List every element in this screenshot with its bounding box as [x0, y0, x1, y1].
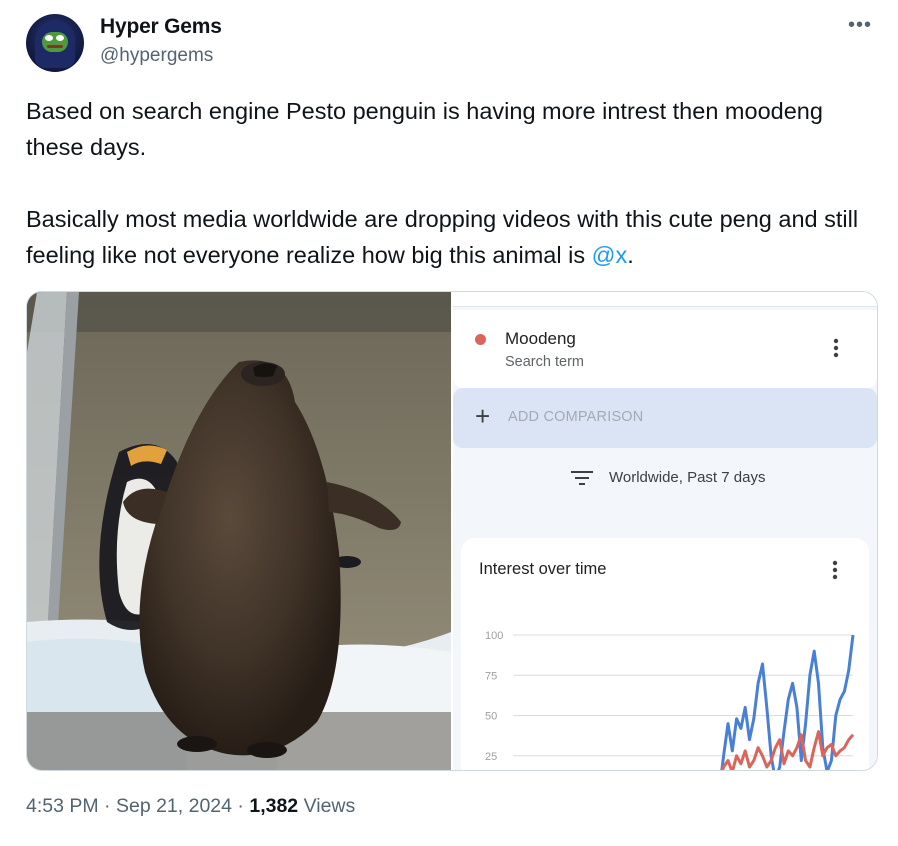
interest-over-time-card: Interest over time 100 75 50 25: [461, 538, 869, 770]
avatar-mouth: [47, 45, 63, 48]
views-count: 1,382: [249, 795, 299, 817]
interest-chart: 100 75 50 25: [485, 630, 855, 770]
tweet-text: Based on search engine Pesto penguin is …: [26, 93, 876, 273]
search-term-subtitle: Search term: [505, 354, 584, 370]
mention-link[interactable]: @x: [592, 242, 628, 268]
series-line-1: [721, 730, 855, 770]
search-term-card[interactable]: Moodeng Search term: [453, 310, 877, 388]
add-comparison-label: ADD COMPARISON: [508, 409, 644, 425]
search-term-name: Moodeng: [505, 329, 576, 348]
penguin-photo[interactable]: [27, 292, 451, 770]
moodeng-color-dot: [475, 334, 486, 345]
y-tick-label: 75: [485, 670, 497, 682]
filter-row[interactable]: Worldwide, Past 7 days: [453, 462, 877, 492]
y-tick-label: 25: [485, 751, 497, 763]
kebab-menu-icon[interactable]: [833, 338, 839, 358]
google-trends-panel[interactable]: Moodeng Search term + ADD COMPARISON Wor…: [453, 292, 877, 770]
trends-top-strip: [453, 292, 877, 307]
author-handle[interactable]: @hypergems: [100, 45, 213, 67]
y-tick-label: 100: [485, 630, 503, 642]
tweet-date[interactable]: Sep 21, 2024: [116, 795, 232, 817]
add-comparison-button[interactable]: + ADD COMPARISON: [453, 388, 877, 448]
tweet-paragraph-1: Based on search engine Pesto penguin is …: [26, 98, 823, 160]
avatar-eye-right: [56, 35, 64, 41]
tweet-paragraph-2-text: Basically most media worldwide are dropp…: [26, 206, 859, 268]
author-name[interactable]: Hyper Gems: [100, 15, 222, 39]
filter-label: Worldwide, Past 7 days: [609, 469, 766, 486]
avatar[interactable]: [26, 14, 84, 72]
avatar-eye-left: [45, 35, 53, 41]
views-label: Views: [303, 795, 356, 817]
more-horizontal-icon[interactable]: •••: [848, 14, 872, 37]
tweet-meta: 4:53 PM · Sep 21, 2024 · 1,382 Views: [26, 795, 356, 817]
plus-icon: +: [475, 401, 491, 431]
penguin-photo-illustration: [27, 292, 451, 770]
tweet-media[interactable]: Moodeng Search term + ADD COMPARISON Wor…: [26, 291, 878, 771]
tweet-paragraph-2: Basically most media worldwide are dropp…: [26, 201, 876, 273]
filter-icon: [571, 471, 593, 485]
tweet-paragraph-2-end: .: [627, 242, 634, 268]
tweet-time[interactable]: 4:53 PM: [26, 795, 99, 817]
y-tick-label: 50: [485, 711, 497, 723]
